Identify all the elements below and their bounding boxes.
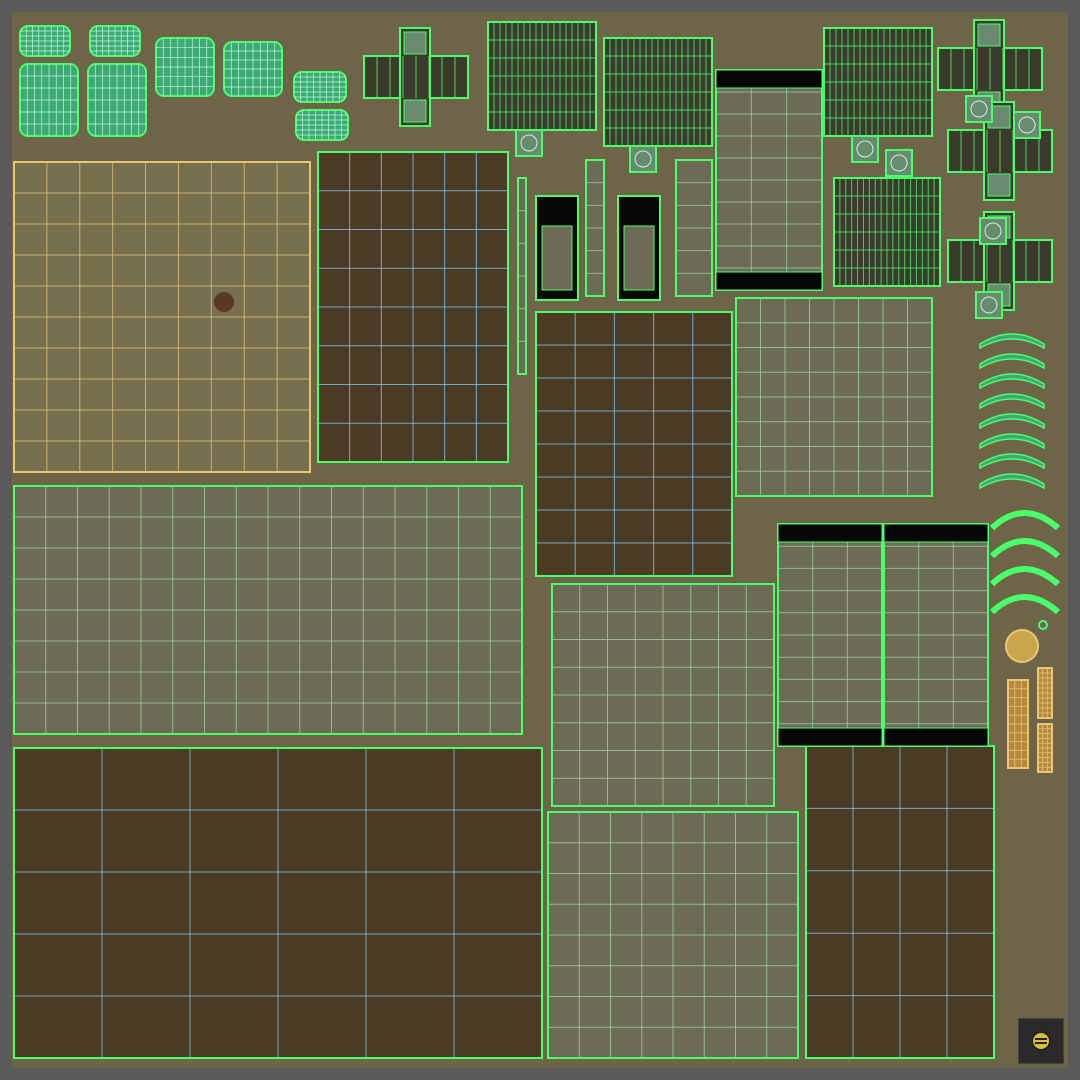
cap-island[interactable] xyxy=(975,291,1003,319)
strip-island[interactable] xyxy=(1037,667,1053,719)
wood-panel-island[interactable] xyxy=(13,747,543,1059)
cap-island[interactable] xyxy=(851,135,879,163)
cushion-island[interactable] xyxy=(295,109,349,141)
uv-editor-viewport[interactable] xyxy=(0,0,1080,1080)
strip-island[interactable] xyxy=(1037,723,1053,773)
slat-island[interactable] xyxy=(777,523,883,747)
slat-island[interactable] xyxy=(715,69,823,291)
strip-island[interactable] xyxy=(617,195,661,301)
cap-island[interactable] xyxy=(515,129,543,157)
dense-island[interactable] xyxy=(823,27,933,137)
uv-texture-canvas[interactable] xyxy=(12,12,1068,1068)
panel-island[interactable] xyxy=(13,485,523,735)
cap-island[interactable] xyxy=(965,95,993,123)
panel-island[interactable] xyxy=(547,811,799,1059)
uv-layout-svg[interactable] xyxy=(12,12,1068,1068)
cushion-island[interactable] xyxy=(89,25,141,57)
cushion-island[interactable] xyxy=(223,41,283,97)
strip-island[interactable] xyxy=(585,159,605,297)
strip-island[interactable] xyxy=(517,177,527,375)
dense-island[interactable] xyxy=(833,177,941,287)
uv-island-gizmo-icon[interactable] xyxy=(1018,1018,1064,1064)
cushion-island[interactable] xyxy=(19,25,71,57)
dense-island[interactable] xyxy=(487,21,597,131)
slat-island[interactable] xyxy=(883,523,989,747)
plank-island[interactable] xyxy=(317,151,509,463)
panel-island[interactable] xyxy=(551,583,775,807)
strip-island[interactable] xyxy=(535,195,579,301)
cap-island[interactable] xyxy=(1013,111,1041,139)
panel-island[interactable] xyxy=(735,297,933,497)
strip-island[interactable] xyxy=(675,159,713,297)
cap-island[interactable] xyxy=(979,217,1007,245)
cushion-island[interactable] xyxy=(87,63,147,137)
cushion-island[interactable] xyxy=(293,71,347,103)
strip-island[interactable] xyxy=(1007,679,1029,769)
plank-island[interactable] xyxy=(535,311,733,577)
wood-panel-island[interactable] xyxy=(805,745,995,1059)
cap-island[interactable] xyxy=(629,145,657,173)
cushion-island[interactable] xyxy=(19,63,79,137)
cushion-island[interactable] xyxy=(155,37,215,97)
cap-island[interactable] xyxy=(885,149,913,177)
dense-island[interactable] xyxy=(603,37,713,147)
seat-island[interactable] xyxy=(13,161,311,473)
